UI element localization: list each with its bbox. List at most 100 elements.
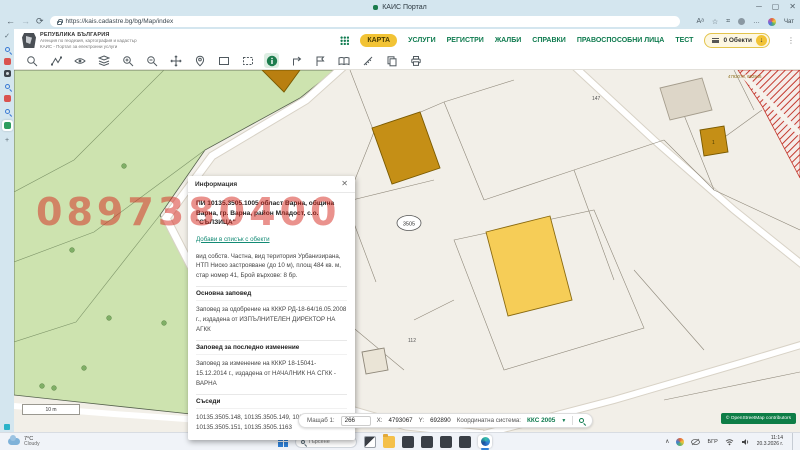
onedrive-paused-icon[interactable] xyxy=(691,438,701,446)
map-status-bar: Мащаб 1: X: 4793067 Y: 692890 Координатн… xyxy=(298,413,594,428)
objects-counter-button[interactable]: 0 Обекти ↓ xyxy=(704,33,770,48)
wifi-icon[interactable] xyxy=(725,438,734,446)
section-heading-last-change: Заповед за последно изменение xyxy=(196,340,347,356)
nav-test[interactable]: ТЕСТ xyxy=(675,37,693,44)
zoom-extent-icon[interactable] xyxy=(240,53,255,68)
profile-avatar[interactable] xyxy=(738,18,746,25)
browser-tabstrip: КАИС Портал ─ ▢ ✕ xyxy=(0,0,800,14)
coat-of-arms-icon xyxy=(22,33,36,48)
maximize-icon[interactable]: ▢ xyxy=(772,3,780,11)
language-indicator[interactable]: БГР xyxy=(707,439,717,445)
layers-icon[interactable] xyxy=(96,53,111,68)
coordinate-search-icon[interactable] xyxy=(579,418,585,423)
date: 20.3.2026 г. xyxy=(756,440,783,447)
close-icon[interactable]: ✕ xyxy=(789,3,796,11)
location-pin-icon[interactable] xyxy=(192,53,207,68)
pinned-app-icon[interactable] xyxy=(440,435,452,448)
copilot-icon[interactable] xyxy=(768,17,777,26)
add-to-objects-link[interactable]: Добави в списък с обекти xyxy=(196,236,270,243)
browser-side-strip: ✓ + xyxy=(0,29,14,432)
weather-condition: Cloudy xyxy=(24,440,40,447)
print-icon[interactable] xyxy=(408,53,423,68)
copilot-tray-icon[interactable] xyxy=(676,437,685,446)
parcel-label: 112 xyxy=(408,338,416,344)
back-icon[interactable]: ← xyxy=(6,17,15,26)
section-text-main-order: Заповед за одобрение на КККР РД-18-64/16… xyxy=(196,306,347,333)
nav-registri[interactable]: РЕГИСТРИ xyxy=(447,37,484,44)
measure-icon[interactable] xyxy=(360,53,375,68)
search-shortcut-icon[interactable] xyxy=(3,107,11,115)
taskbar-clock[interactable]: 11:14 20.3.2026 г. xyxy=(756,435,783,448)
forward-icon[interactable]: → xyxy=(21,17,30,26)
browser-tab[interactable]: КАИС Портал xyxy=(373,4,427,11)
parcel-title: ПИ 10135.3505.1005 област Варна, община … xyxy=(196,200,335,227)
scale-input[interactable] xyxy=(340,415,371,426)
building-small-square xyxy=(361,347,389,375)
map-canvas[interactable]: 147 1 112 3505 4793078, 692946 10 m © Op… xyxy=(14,70,800,441)
nav-uslugi[interactable]: УСЛУГИ xyxy=(408,37,436,44)
search-shortcut-icon[interactable] xyxy=(3,45,11,53)
nav-pravosposobni-litsa[interactable]: ПРАВОСПОСОБНИ ЛИЦА xyxy=(577,37,665,44)
chevron-down-icon[interactable]: ▼ xyxy=(561,418,566,424)
pinned-app-icon[interactable] xyxy=(459,435,471,448)
red-extension-icon[interactable] xyxy=(3,95,11,102)
previous-view-icon[interactable] xyxy=(288,53,303,68)
scale-bar: 10 m xyxy=(22,404,80,415)
visibility-eye-icon[interactable] xyxy=(72,53,87,68)
legend-book-icon[interactable] xyxy=(336,53,351,68)
screen: КАИС Портал ─ ▢ ✕ ← → ⟳ https://kais.cad… xyxy=(0,0,800,450)
taskbar-weather[interactable]: 7°C Cloudy xyxy=(0,434,40,448)
minimize-icon[interactable]: ─ xyxy=(756,3,762,11)
copilot-chat-label[interactable]: Чат xyxy=(784,19,794,25)
lock-icon xyxy=(56,18,63,25)
svg-text:3505: 3505 xyxy=(403,222,415,228)
task-view-icon[interactable] xyxy=(364,435,376,448)
pan-icon[interactable] xyxy=(168,53,183,68)
parcel-label: 1 xyxy=(712,140,715,146)
nav-zhalbi[interactable]: ЖАЛБИ xyxy=(495,37,521,44)
camera-extension-icon[interactable] xyxy=(3,70,11,77)
read-aloud-icon[interactable]: Aᵃ xyxy=(697,18,704,25)
copy-view-icon[interactable] xyxy=(384,53,399,68)
show-desktop-button[interactable] xyxy=(792,432,794,450)
parcel-details: вид собств. Частна, вид територия Урбани… xyxy=(196,252,341,279)
edge-browser-icon[interactable] xyxy=(478,435,492,450)
check-icon[interactable]: ✓ xyxy=(3,32,11,40)
file-explorer-icon[interactable] xyxy=(383,433,395,448)
agency-logo[interactable]: РЕПУБЛИКА БЪЛГАРИЯ Агенция по геодезия, … xyxy=(22,32,137,49)
volume-icon[interactable] xyxy=(741,438,750,446)
vertex-snap-icon[interactable] xyxy=(48,53,63,68)
active-extension[interactable] xyxy=(1,120,13,131)
popup-close-icon[interactable]: ✕ xyxy=(341,180,348,188)
hidden-icons-chevron-icon[interactable]: ∧ xyxy=(665,438,669,445)
cyan-indicator-icon xyxy=(4,424,10,430)
more-menu-icon[interactable]: ⋮ xyxy=(787,36,795,45)
address-bar-actions: Aᵃ ☆ ⌗ … Чат xyxy=(697,17,794,26)
info-icon[interactable] xyxy=(264,53,279,68)
apps-grid-icon[interactable] xyxy=(340,36,350,45)
section-heading-main-order: Основна заповед xyxy=(196,286,347,302)
cloud-icon xyxy=(8,434,20,445)
favorite-star-icon[interactable]: ☆ xyxy=(712,18,718,26)
select-rectangle-icon[interactable] xyxy=(216,53,231,68)
search-shortcut-icon[interactable] xyxy=(3,82,11,90)
zoom-out-icon[interactable] xyxy=(144,53,159,68)
nav-spravki[interactable]: СПРАВКИ xyxy=(532,37,566,44)
download-icon[interactable]: ↓ xyxy=(756,35,767,46)
search-icon[interactable] xyxy=(24,53,39,68)
zoom-in-icon[interactable] xyxy=(120,53,135,68)
pinned-app-icon[interactable] xyxy=(402,435,414,448)
settings-menu-icon[interactable]: … xyxy=(753,18,760,25)
red-extension-icon[interactable] xyxy=(3,58,11,65)
url-field[interactable]: https://kais.cadastre.bg/bg/Map/index xyxy=(49,16,680,27)
osm-attribution[interactable]: © OpenStreetMap contributors xyxy=(720,413,796,424)
extensions-icon[interactable]: ⌗ xyxy=(726,18,730,26)
nav-karta[interactable]: КАРТА xyxy=(360,34,398,47)
map-toolbar xyxy=(14,52,800,70)
pinned-app-icon[interactable] xyxy=(421,435,433,448)
crs-select[interactable]: ККС 2005 xyxy=(527,417,555,424)
x-label: X: xyxy=(376,417,383,424)
reload-icon[interactable]: ⟳ xyxy=(36,17,44,26)
add-icon[interactable]: + xyxy=(3,136,11,144)
flag-icon[interactable] xyxy=(312,53,327,68)
